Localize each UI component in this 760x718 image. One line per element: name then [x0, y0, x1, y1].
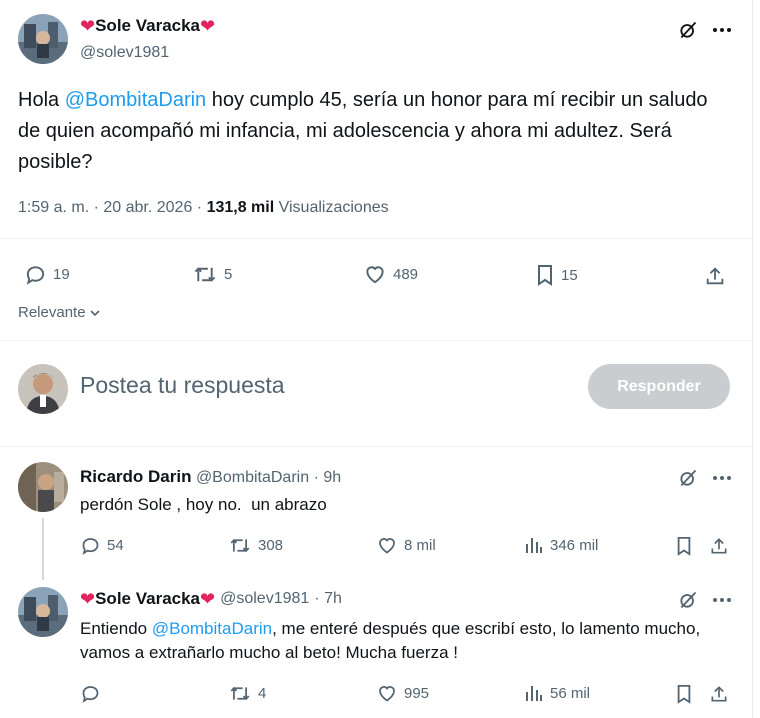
current-user-avatar [18, 364, 68, 414]
bookmark-icon[interactable] [672, 534, 696, 558]
heart-emoji-icon: ❤ [80, 16, 96, 36]
like-button[interactable]: 8 mil [376, 535, 436, 556]
tweet-thread: ❤ Sole Varacka ❤ @solev1981 Hola @BombitaD… [0, 0, 753, 718]
views-icon [526, 538, 542, 553]
heart-emoji-icon: ❤ [80, 589, 96, 609]
author-name[interactable]: ❤ Sole Varacka ❤ [80, 16, 215, 36]
author-handle[interactable]: @solev1981 [80, 44, 169, 62]
divider [0, 238, 753, 239]
reply-submit-button[interactable]: Responder [588, 364, 730, 409]
thread-line [42, 518, 44, 580]
chevron-down-icon [89, 309, 100, 316]
reply-author-name[interactable]: ❤ Sole Varacka ❤ [80, 589, 215, 609]
reply-author-handle[interactable]: @solev1981 [220, 590, 309, 608]
author-avatar[interactable] [18, 14, 68, 64]
reply-time[interactable]: · 9h [314, 469, 342, 486]
reply-icon [26, 266, 45, 285]
retweet-button[interactable]: 308 [228, 535, 283, 556]
more-icon[interactable] [710, 466, 734, 490]
like-button[interactable]: 489 [363, 263, 418, 286]
grok-icon[interactable] [676, 588, 700, 612]
tweet-meta: 1:59 a. m. · 20 abr. 2026 · 131,8 mil Vi… [18, 199, 389, 217]
share-icon[interactable] [707, 534, 731, 558]
like-icon [379, 538, 395, 554]
reply-button[interactable] [80, 683, 107, 704]
views-count: 131,8 mil [206, 199, 275, 216]
more-icon[interactable] [710, 18, 734, 42]
bookmark-button[interactable]: 15 [535, 263, 578, 287]
reply-header: ❤ Sole Varacka ❤ @solev1981 · 7h [80, 589, 342, 609]
reply-header: Ricardo Darin @BombitaDarin · 9h [80, 467, 341, 487]
reply-text: Entiendo @BombitaDarin, me enteré despué… [80, 619, 701, 662]
divider [0, 446, 753, 447]
sort-dropdown[interactable]: Relevante [18, 304, 102, 321]
retweet-icon [230, 687, 250, 700]
views-label: Visualizaciones [274, 199, 389, 216]
reply-button[interactable]: 19 [24, 263, 70, 286]
like-icon [379, 686, 395, 702]
bookmark-icon[interactable] [672, 682, 696, 706]
reply-icon [82, 686, 99, 703]
bookmark-icon [538, 265, 552, 286]
tweet-text: Hola @BombitaDarin hoy cumplo 45, sería … [18, 89, 708, 173]
like-button[interactable]: 995 [376, 683, 429, 704]
retweet-button[interactable]: 4 [228, 683, 266, 704]
reply-input[interactable]: Postea tu respuesta [80, 372, 285, 399]
reply-text: perdón Sole , hoy no. un abrazo [80, 495, 327, 514]
more-icon[interactable] [710, 588, 734, 612]
reply-button[interactable]: 54 [80, 535, 124, 556]
heart-emoji-icon: ❤ [200, 16, 216, 36]
retweet-icon [230, 539, 250, 552]
divider [0, 340, 753, 341]
reply-icon [82, 538, 99, 555]
views-button[interactable]: 56 mil [524, 683, 590, 703]
grok-icon[interactable] [676, 18, 700, 42]
views-icon [526, 686, 542, 701]
retweet-icon [194, 267, 216, 282]
heart-emoji-icon: ❤ [200, 589, 216, 609]
grok-icon[interactable] [676, 466, 700, 490]
reply-author-name[interactable]: Ricardo Darin [80, 467, 191, 486]
reply-author-handle[interactable]: @BombitaDarin [196, 469, 309, 486]
like-icon [366, 266, 384, 284]
views-button[interactable]: 346 mil [524, 535, 598, 555]
retweet-button[interactable]: 5 [192, 263, 232, 286]
share-icon[interactable] [702, 263, 728, 289]
mention-link[interactable]: @BombitaDarin [152, 619, 272, 638]
timestamp[interactable]: 1:59 a. m. · 20 abr. 2026 · [18, 199, 207, 216]
reply-avatar[interactable] [18, 587, 68, 637]
mention-link[interactable]: @BombitaDarin [65, 89, 206, 111]
reply-avatar[interactable] [18, 462, 68, 512]
share-icon[interactable] [707, 682, 731, 706]
reply-time[interactable]: · 7h [314, 590, 342, 608]
